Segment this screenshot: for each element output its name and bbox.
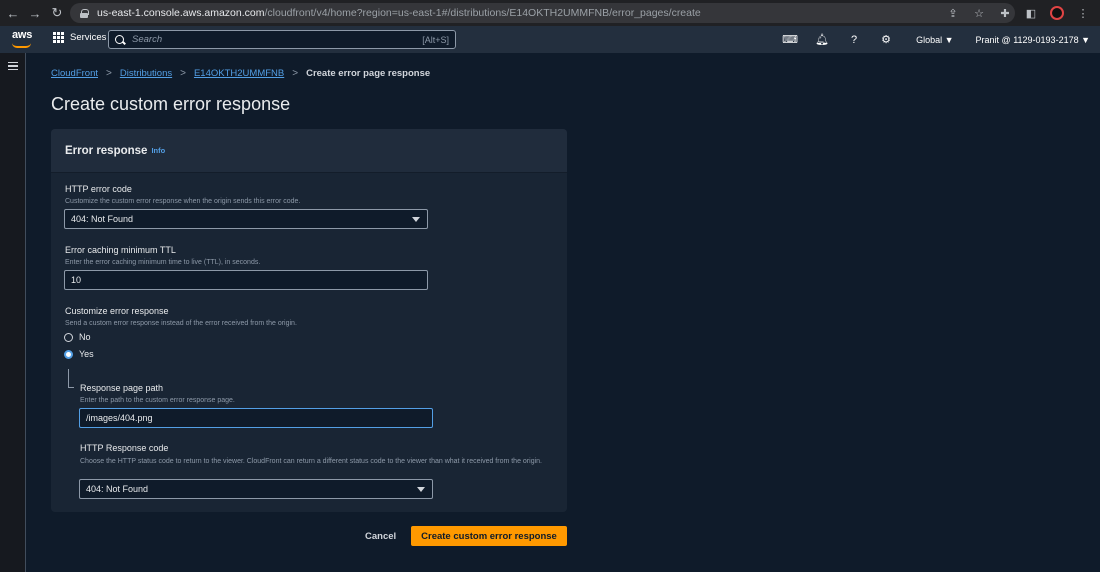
customize-label: Customize error response xyxy=(65,306,169,316)
grid-icon xyxy=(53,32,64,43)
share-icon[interactable]: ⇪ xyxy=(946,7,960,20)
breadcrumb-distributions[interactable]: Distributions xyxy=(120,68,172,79)
search-shortcut: [Alt+S] xyxy=(422,34,449,45)
response-page-path-input[interactable]: /images/404.png xyxy=(79,408,433,428)
side-panel-icon[interactable]: ◧ xyxy=(1024,7,1038,20)
side-nav xyxy=(0,53,26,572)
error-response-panel: Error response Info HTTP error code Cust… xyxy=(51,129,567,512)
response-page-path-label: Response page path xyxy=(80,383,164,393)
chevron-right-icon: > xyxy=(292,68,299,79)
aws-smile-icon xyxy=(12,43,31,48)
cancel-button[interactable]: Cancel xyxy=(355,526,406,546)
page-title: Create custom error response xyxy=(51,94,291,114)
response-page-path-value: /images/404.png xyxy=(86,413,153,423)
caret-down-icon xyxy=(417,487,425,492)
panel-header: Error response Info xyxy=(51,129,567,173)
radio-yes-label: Yes xyxy=(79,349,94,359)
profile-avatar[interactable] xyxy=(1050,6,1064,20)
search-input[interactable]: Search [Alt+S] xyxy=(108,30,456,49)
gear-icon[interactable]: ⚙ xyxy=(870,33,902,46)
kebab-menu-icon[interactable]: ⋮ xyxy=(1076,7,1090,20)
browser-toolbar: ← → ↻ us-east-1.console.aws.amazon.com/c… xyxy=(0,0,1100,26)
http-error-code-desc: Customize the custom error response when… xyxy=(65,198,301,205)
response-page-path-desc: Enter the path to the custom error respo… xyxy=(80,397,235,404)
address-bar[interactable]: us-east-1.console.aws.amazon.com/cloudfr… xyxy=(70,3,1015,23)
breadcrumb-distribution-id[interactable]: E14OKTH2UMMFNB xyxy=(194,68,284,79)
http-error-code-value: 404: Not Found xyxy=(71,214,134,224)
breadcrumb-current: Create error page response xyxy=(306,68,431,79)
back-icon[interactable]: ← xyxy=(4,4,22,22)
bookmark-star-icon[interactable]: ☆ xyxy=(972,7,986,20)
browser-actions: ⇪ ☆ ✚ ◧ ⋮ xyxy=(946,3,1090,23)
extensions-icon[interactable]: ✚ xyxy=(998,7,1012,20)
tree-connector xyxy=(68,387,74,388)
http-response-code-select[interactable]: 404: Not Found xyxy=(79,479,433,499)
radio-checked-icon xyxy=(64,349,73,359)
aws-logo[interactable]: aws xyxy=(12,29,32,41)
forward-icon[interactable]: → xyxy=(26,4,44,22)
reload-icon[interactable]: ↻ xyxy=(48,4,66,22)
panel-title: Error response xyxy=(65,144,148,157)
breadcrumb-cloudfront[interactable]: CloudFront xyxy=(51,68,98,79)
ttl-desc: Enter the error caching minimum time to … xyxy=(65,259,261,266)
ttl-input[interactable]: 10 xyxy=(64,270,428,290)
radio-no-label: No xyxy=(79,332,91,342)
lock-icon xyxy=(80,8,89,18)
ttl-value: 10 xyxy=(71,275,82,285)
region-selector[interactable]: Global ▼ xyxy=(916,35,953,45)
help-icon[interactable]: ? xyxy=(838,34,870,46)
breadcrumb: CloudFront > Distributions > E14OKTH2UMM… xyxy=(51,68,430,79)
aws-top-nav: aws Services Search [Alt+S] ⌨ 🔔︎ ? ⚙ Glo… xyxy=(0,26,1100,53)
http-error-code-label: HTTP error code xyxy=(65,184,132,194)
radio-unchecked-icon xyxy=(64,332,73,342)
caret-down-icon xyxy=(412,217,420,222)
bell-icon[interactable]: 🔔︎ xyxy=(806,33,838,46)
chevron-right-icon: > xyxy=(180,68,186,79)
http-response-code-value: 404: Not Found xyxy=(86,484,149,494)
create-custom-error-response-button[interactable]: Create custom error response xyxy=(411,526,567,546)
radio-no[interactable]: No xyxy=(64,332,91,342)
http-error-code-select[interactable]: 404: Not Found xyxy=(64,209,428,229)
tree-connector xyxy=(68,369,69,387)
account-menu[interactable]: Pranit @ 1129-0193-2178 ▼ xyxy=(976,35,1090,45)
hamburger-menu-icon[interactable] xyxy=(8,62,18,70)
aws-nav-right: ⌨ 🔔︎ ? ⚙ Global ▼ Pranit @ 1129-0193-217… xyxy=(774,26,1090,53)
customize-desc: Send a custom error response instead of … xyxy=(65,320,297,327)
chevron-right-icon: > xyxy=(106,68,112,79)
cloudshell-icon[interactable]: ⌨ xyxy=(774,33,806,46)
search-icon xyxy=(115,35,124,44)
http-response-code-desc: Choose the HTTP status code to return to… xyxy=(80,458,542,465)
main-content: CloudFront > Distributions > E14OKTH2UMM… xyxy=(26,53,1100,572)
services-menu-button[interactable]: Services xyxy=(53,32,106,43)
info-link[interactable]: Info xyxy=(151,146,165,155)
radio-yes[interactable]: Yes xyxy=(64,349,94,359)
url-text: us-east-1.console.aws.amazon.com/cloudfr… xyxy=(97,7,701,19)
services-label: Services xyxy=(70,32,107,43)
ttl-label: Error caching minimum TTL xyxy=(65,245,176,255)
http-response-code-label: HTTP Response code xyxy=(80,443,169,453)
search-placeholder: Search xyxy=(132,34,163,45)
